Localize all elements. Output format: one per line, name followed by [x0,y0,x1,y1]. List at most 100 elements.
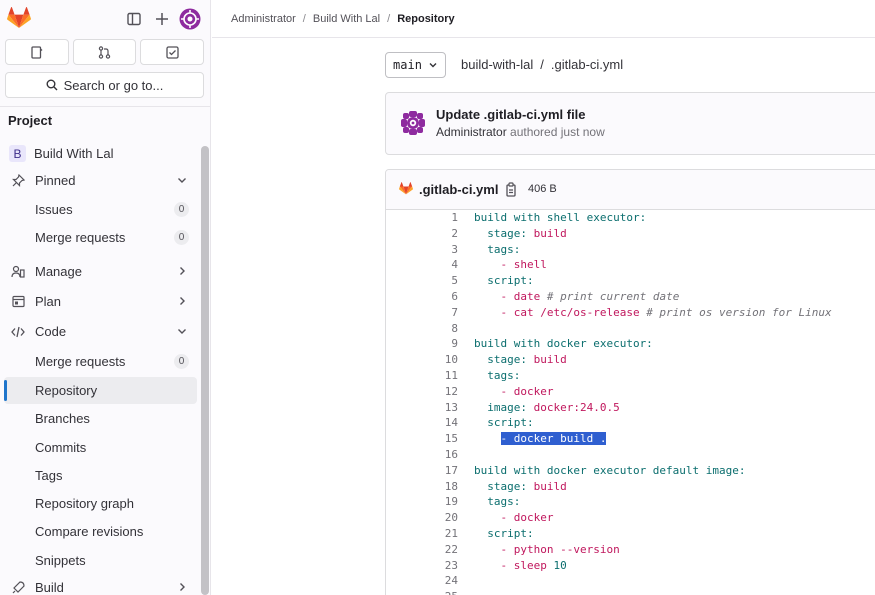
line-number[interactable]: 15 [386,431,458,447]
path-file: .gitlab-ci.yml [550,57,624,72]
line-number[interactable]: 16 [386,447,458,463]
line-number[interactable]: 1 [386,210,458,226]
line-content: - docker build . [474,431,607,447]
line-content: script: [474,526,534,542]
author-avatar-icon[interactable] [400,110,426,136]
breadcrumb-separator: / [302,12,306,25]
code-token: image: [474,400,534,414]
sidebar-toggle-icon[interactable] [125,10,143,28]
breadcrumb-item-repository[interactable]: Repository [397,13,454,25]
line-number[interactable]: 4 [386,257,458,273]
breadcrumb-item-project[interactable]: Build With Lal [313,13,380,25]
line-number[interactable]: 9 [386,336,458,352]
sidebar-item-repository-graph[interactable]: Repository graph [4,490,197,517]
sidebar-item-label: Repository graph [35,496,134,511]
sidebar-quick-tabs [5,39,205,65]
sidebar-item-build[interactable]: Build [4,574,197,595]
user-avatar-icon[interactable] [179,8,201,30]
file-size: 406 B [528,183,557,195]
commit-title-link[interactable]: Update .gitlab-ci.yml file [436,107,586,122]
sidebar-item-repository[interactable]: Repository [4,377,197,404]
sidebar-item-label: Snippets [35,553,86,568]
sidebar-item-manage[interactable]: Manage [4,258,197,285]
line-number[interactable]: 13 [386,400,458,416]
line-number[interactable]: 3 [386,242,458,258]
line-number[interactable]: 19 [386,494,458,510]
sidebar-item-branches[interactable]: Branches [4,405,197,432]
sidebar-item-merge-requests[interactable]: Merge requests 0 [4,348,197,375]
code-token: 10 [553,558,567,572]
commit-time: authored just now [506,125,605,139]
line-number[interactable]: 20 [386,510,458,526]
code-line: 8 [386,321,875,337]
code-token: - cat /etc/os-release [474,305,647,319]
sidebar-item-tags[interactable]: Tags [4,462,197,489]
line-number[interactable]: 7 [386,305,458,321]
line-content: stage: build [474,352,567,368]
sidebar-scrollbar[interactable] [201,146,209,595]
code-line: 11 tags: [386,368,875,384]
count-badge: 0 [174,202,189,217]
search-button[interactable]: Search or go to... [5,72,204,98]
plus-icon[interactable] [153,10,171,28]
sidebar-item-plan[interactable]: Plan [4,288,197,315]
line-content: build with docker executor: [474,336,653,352]
code-token: build with docker executor: [474,337,653,351]
line-number[interactable]: 6 [386,289,458,305]
line-number[interactable]: 2 [386,226,458,242]
line-number[interactable]: 11 [386,368,458,384]
code-token: build [533,353,567,367]
code-line: 24 [386,573,875,589]
branch-selector-button[interactable]: main [385,52,446,78]
line-number[interactable]: 8 [386,321,458,337]
line-number[interactable]: 5 [386,273,458,289]
code-token: script: [474,526,534,540]
code-line: 4 - shell [386,257,875,273]
code-view[interactable]: 1 build with shell executor: 2 stage: buil… [386,210,875,595]
line-number[interactable]: 24 [386,573,458,589]
gitlab-file-icon [399,182,413,195]
todos-tab-button[interactable] [140,39,205,65]
line-number[interactable]: 25 [386,589,458,595]
line-number[interactable]: 14 [386,415,458,431]
code-line: 19 tags: [386,494,875,510]
code-token: stage: [474,353,534,367]
line-number[interactable]: 23 [386,558,458,574]
code-line: 25 [386,589,875,595]
merge-requests-tab-button[interactable] [72,39,137,65]
line-content: stage: build [474,479,567,495]
sidebar-item-compare-revisions[interactable]: Compare revisions [4,518,197,545]
sidebar-item-code[interactable]: Code [4,318,197,345]
code-line: 13 image: docker:24.0.5 [386,400,875,416]
line-number[interactable]: 12 [386,384,458,400]
issues-tab-button[interactable] [5,39,69,65]
sidebar-item-label: Manage [35,264,82,279]
code-token: tags: [474,242,521,256]
line-number[interactable]: 10 [386,352,458,368]
gitlab-logo-icon[interactable] [7,7,31,29]
sidebar-section-title: Project [8,113,53,128]
sidebar-item-issues[interactable]: Issues 0 [4,196,197,223]
sidebar-item-pinned[interactable]: Pinned [4,167,197,194]
code-token: - python --version [474,542,620,556]
sidebar-item-snippets[interactable]: Snippets [4,547,197,574]
copy-path-icon[interactable] [504,182,518,197]
sidebar-item-label: Commits [35,440,87,455]
code-token: tags: [474,368,521,382]
code-line: 3 tags: [386,242,875,258]
code-icon [10,324,26,340]
search-icon [46,79,58,91]
line-number[interactable]: 17 [386,463,458,479]
code-line: 23 - sleep 10 [386,558,875,574]
sidebar-item-commits[interactable]: Commits [4,434,197,461]
breadcrumb-item-administrator[interactable]: Administrator [231,13,296,25]
code-token: # print os version for Linux [646,305,832,319]
code-line: 7 - cat /etc/os-release # print os versi… [386,305,875,321]
line-number[interactable]: 21 [386,526,458,542]
path-root-link[interactable]: build-with-lal [461,57,533,72]
sidebar-item-project[interactable]: B Build With Lal [4,140,197,167]
commit-author-link[interactable]: Administrator [436,125,507,139]
line-number[interactable]: 22 [386,542,458,558]
line-number[interactable]: 18 [386,479,458,495]
sidebar-item-merge-requests-pinned[interactable]: Merge requests 0 [4,224,197,251]
